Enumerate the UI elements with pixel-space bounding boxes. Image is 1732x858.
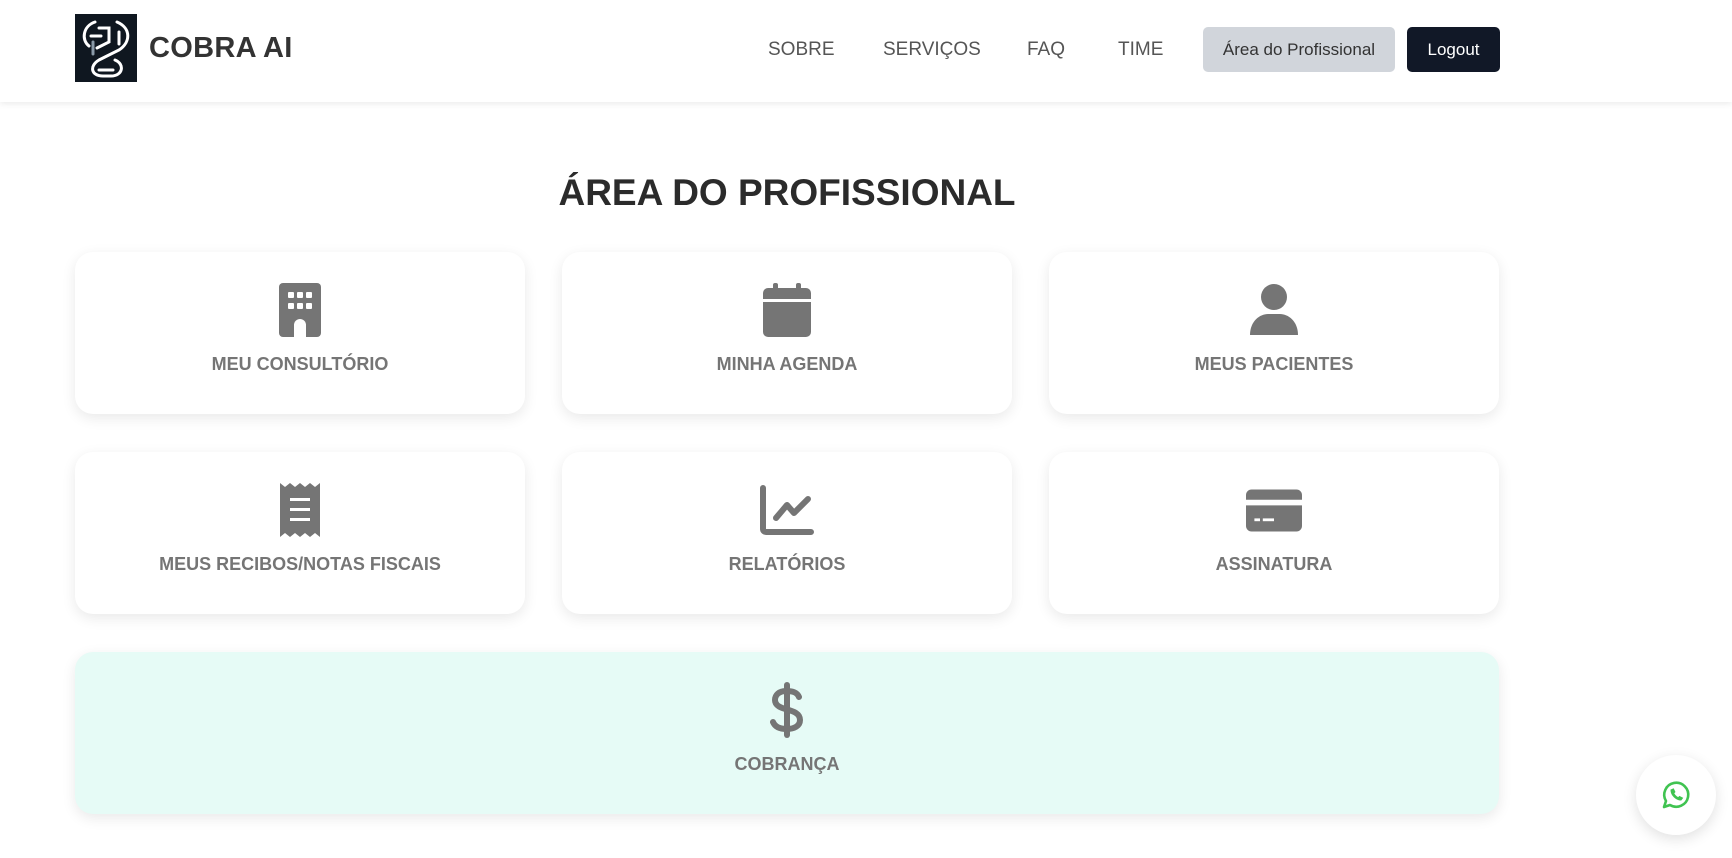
- building-icon: [272, 282, 328, 338]
- card-meu-consultorio[interactable]: MEU CONSULTÓRIO: [75, 252, 525, 414]
- card-label: MEUS RECIBOS/NOTAS FISCAIS: [159, 554, 441, 574]
- page-title: ÁREA DO PROFISSIONAL: [558, 172, 1016, 213]
- brand-name: COBRA AI: [149, 32, 293, 64]
- header: COBRA AI SOBRE SERVIÇOS FAQ TIME Área do…: [0, 0, 1732, 102]
- user-icon: [1246, 282, 1302, 338]
- whatsapp-button[interactable]: [1636, 755, 1716, 835]
- nav-faq[interactable]: FAQ: [1027, 39, 1065, 61]
- chart-line-icon: [759, 482, 815, 538]
- card-label: MEU CONSULTÓRIO: [211, 354, 389, 374]
- logout-button[interactable]: Logout: [1407, 27, 1500, 72]
- card-label: ASSINATURA: [1215, 554, 1333, 574]
- nav-servicos[interactable]: SERVIÇOS: [883, 39, 981, 61]
- dollar-icon: [759, 682, 815, 738]
- card-meus-recibos[interactable]: MEUS RECIBOS/NOTAS FISCAIS: [75, 452, 525, 614]
- card-minha-agenda[interactable]: MINHA AGENDA: [562, 252, 1012, 414]
- card-relatorios[interactable]: RELATÓRIOS: [562, 452, 1012, 614]
- card-label: MEUS PACIENTES: [1194, 354, 1354, 374]
- receipt-icon: [272, 482, 328, 538]
- credit-card-icon: [1246, 482, 1302, 538]
- card-label: MINHA AGENDA: [716, 354, 858, 374]
- whatsapp-icon: [1662, 781, 1690, 809]
- calendar-icon: [759, 282, 815, 338]
- card-label: COBRANÇA: [734, 754, 840, 774]
- card-cobranca[interactable]: COBRANÇA: [75, 652, 1499, 814]
- card-meus-pacientes[interactable]: MEUS PACIENTES: [1049, 252, 1499, 414]
- area-profissional-button[interactable]: Área do Profissional: [1203, 27, 1395, 72]
- card-assinatura[interactable]: ASSINATURA: [1049, 452, 1499, 614]
- logo[interactable]: [75, 14, 137, 82]
- nav-time[interactable]: TIME: [1118, 39, 1163, 61]
- nav-sobre[interactable]: SOBRE: [768, 39, 835, 61]
- card-label: RELATÓRIOS: [728, 554, 846, 574]
